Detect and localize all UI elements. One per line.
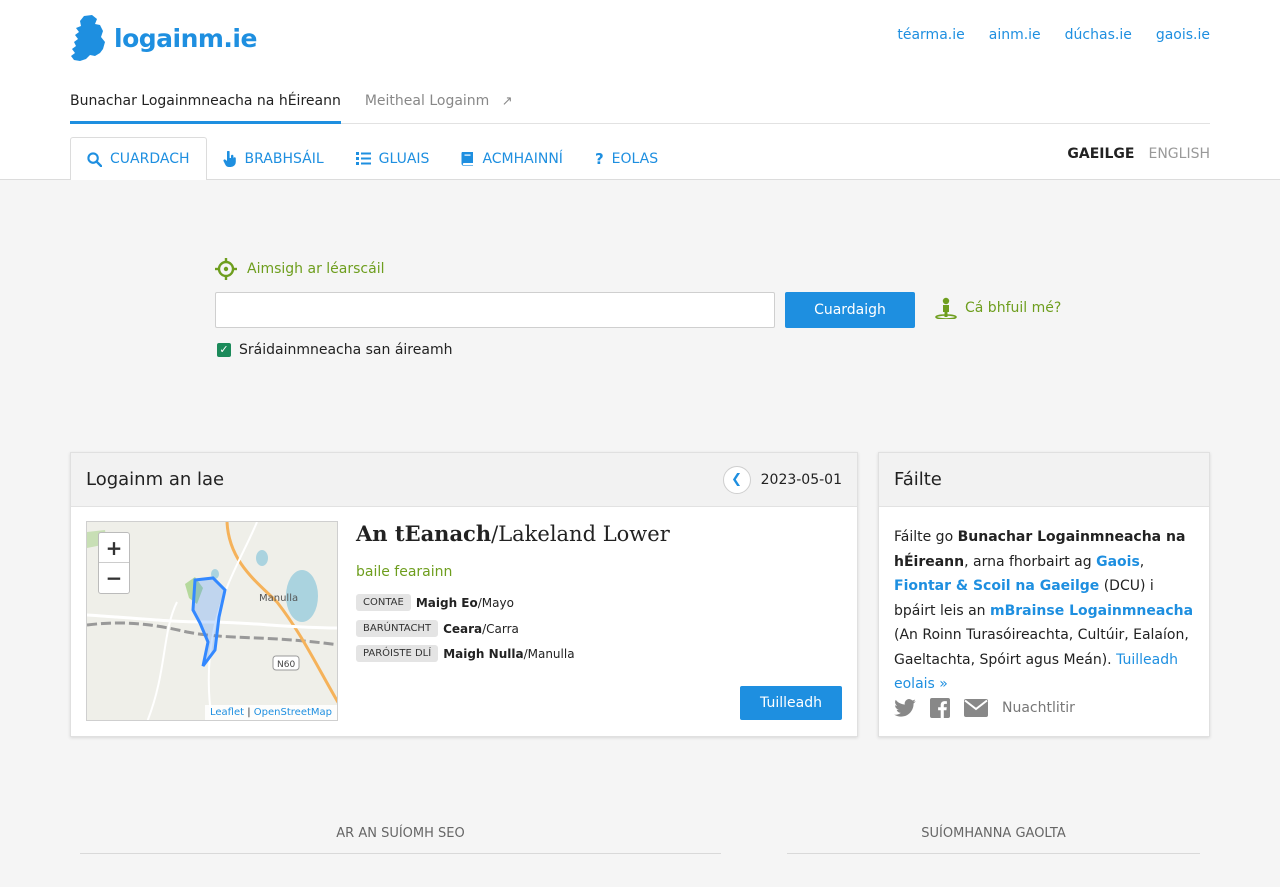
meta-barony: BARÚNTACHT Ceara/Carra <box>356 618 846 639</box>
place-name[interactable]: An tEanach/Lakeland Lower <box>356 521 846 546</box>
search-panel: Aimsigh ar léarscáil Cuardaigh Cá bhfuil… <box>215 258 1085 358</box>
link-fiontar[interactable]: Fiontar & Scoil na Gaeilge <box>894 578 1099 594</box>
welcome-card: Fáilte Fáilte go Bunachar Logainmneacha … <box>878 452 1210 737</box>
list-icon <box>355 152 371 165</box>
tab-gluais-label: GLUAIS <box>378 150 430 167</box>
meta-parish-en: /Manulla <box>523 646 575 661</box>
envelope-icon[interactable] <box>964 699 988 717</box>
tab-cuardach-label: CUARDACH <box>110 151 190 167</box>
place-details: An tEanach/Lakeland Lower baile fearainn… <box>356 521 846 664</box>
link-brainse[interactable]: mBrainse Logainmneacha <box>990 603 1193 619</box>
welcome-heading: Fáilte <box>894 469 942 490</box>
link-ainm[interactable]: ainm.ie <box>989 27 1041 43</box>
welcome-text-3: , <box>1139 553 1145 570</box>
street-names-checkbox[interactable]: ✓ <box>217 343 231 357</box>
search-icon <box>87 151 102 167</box>
subnav-meitheal[interactable]: Meitheal Logainm ↗ <box>365 88 513 124</box>
facebook-icon[interactable] <box>930 698 950 718</box>
map-road-label: N60 <box>277 660 295 670</box>
link-tearma[interactable]: téarma.ie <box>897 27 964 43</box>
meta-county: CONTAE Maigh Eo/Mayo <box>356 592 846 613</box>
link-gaois-org[interactable]: Gaois <box>1096 554 1140 570</box>
tab-acmhainni[interactable]: ACMHAINNÍ <box>445 137 579 180</box>
meta-barony-en: /Carra <box>482 621 519 636</box>
place-of-day-card: Logainm an lae ❮ 2023-05-01 Manulla N60 <box>70 452 858 737</box>
place-map[interactable]: Manulla N60 + − Leaflet | OpenStreetMap <box>86 521 338 721</box>
chevron-left-icon: ❮ <box>731 472 743 487</box>
pointer-hand-icon <box>222 150 236 167</box>
tab-brabhsail[interactable]: BRABHSÁIL <box>207 137 340 180</box>
question-icon: ? <box>594 149 604 168</box>
map-town-label: Manulla <box>259 593 298 604</box>
tab-eolas-label: EOLAS <box>611 150 659 167</box>
leaflet-link[interactable]: Leaflet <box>210 707 244 718</box>
place-type: baile fearainn <box>356 564 453 580</box>
where-am-i-label: Cá bhfuil mé? <box>965 300 1062 316</box>
main-navigation: CUARDACH BRABHSÁIL GLUAIS ACMHAINNÍ ? EO… <box>0 124 1280 181</box>
place-of-day-date: 2023-05-01 <box>760 471 842 488</box>
previous-day-button[interactable]: ❮ <box>722 465 751 494</box>
meta-barony-label: BARÚNTACHT <box>356 620 439 637</box>
meta-county-en: /Mayo <box>477 595 514 610</box>
tab-cuardach[interactable]: CUARDACH <box>70 137 207 181</box>
external-link-icon: ↗ <box>501 94 513 109</box>
language-switch: GAEILGE ENGLISH <box>1067 146 1210 162</box>
external-links: téarma.ie ainm.ie dúchas.ie gaois.ie <box>897 27 1210 43</box>
welcome-text-2: , arna fhorbairt ag <box>964 553 1097 570</box>
subnav-meitheal-label: Meitheal Logainm <box>364 93 490 109</box>
meta-parish: PARÓISTE DLÍ Maigh Nulla/Manulla <box>356 643 846 664</box>
site-logo[interactable]: logainm.ie <box>70 14 257 62</box>
footer-on-this-site: AR AN SUÍOMH SEO <box>80 826 721 854</box>
sub-navigation: Bunachar Logainmneacha na hÉireann Meith… <box>70 88 1210 124</box>
tab-gluais[interactable]: GLUAIS <box>340 137 446 180</box>
zoom-out-button[interactable]: − <box>99 563 129 593</box>
site-header: logainm.ie téarma.ie ainm.ie dúchas.ie g… <box>0 0 1280 181</box>
link-gaois[interactable]: gaois.ie <box>1156 27 1210 43</box>
lang-gaeilge[interactable]: GAEILGE <box>1067 146 1134 162</box>
place-name-en: /Lakeland Lower <box>491 522 670 546</box>
place-of-day-heading: Logainm an lae <box>86 469 225 490</box>
tab-eolas[interactable]: ? EOLAS <box>579 137 674 180</box>
street-names-option[interactable]: ✓ Sráidainmneacha san áireamh <box>217 342 452 358</box>
attribution-separator: | <box>244 707 254 718</box>
link-duchas[interactable]: dúchas.ie <box>1065 27 1132 43</box>
newsletter-link[interactable]: Nuachtlitir <box>1002 700 1075 716</box>
osm-link[interactable]: OpenStreetMap <box>254 707 332 718</box>
social-links: Nuachtlitir <box>894 698 1075 718</box>
meta-county-ga[interactable]: Maigh Eo <box>416 596 478 610</box>
person-location-icon <box>935 297 957 319</box>
zoom-in-button[interactable]: + <box>99 533 129 563</box>
street-names-label: Sráidainmneacha san áireamh <box>239 342 453 358</box>
crosshair-icon <box>215 258 237 280</box>
map-zoom-control: + − <box>98 532 130 594</box>
logo-text: logainm.ie <box>114 23 257 53</box>
place-name-ga: An tEanach <box>356 521 492 546</box>
tab-brabhsail-label: BRABHSÁIL <box>244 150 324 167</box>
book-icon <box>461 152 474 166</box>
twitter-icon[interactable] <box>894 699 916 717</box>
tab-acmhainni-label: ACMHAINNÍ <box>482 150 563 167</box>
welcome-text-1: Fáilte go <box>894 529 958 545</box>
map-search-link[interactable]: Aimsigh ar léarscáil <box>215 258 1085 280</box>
search-button[interactable]: Cuardaigh <box>785 292 915 328</box>
meta-county-label: CONTAE <box>356 594 411 611</box>
lang-english[interactable]: ENGLISH <box>1148 146 1210 162</box>
ireland-map-icon <box>71 14 105 61</box>
meta-barony-ga[interactable]: Ceara <box>443 622 482 636</box>
subnav-bunachar[interactable]: Bunachar Logainmneacha na hÉireann <box>70 88 341 124</box>
meta-parish-label: PARÓISTE DLÍ <box>356 645 439 662</box>
more-button[interactable]: Tuilleadh <box>740 686 842 720</box>
footer-related-sites: SUÍOMHANNA GAOLTA <box>787 826 1200 854</box>
map-attribution: Leaflet | OpenStreetMap <box>205 705 337 720</box>
search-input[interactable] <box>215 292 775 328</box>
where-am-i-button[interactable]: Cá bhfuil mé? <box>935 297 1061 319</box>
meta-parish-ga[interactable]: Maigh Nulla <box>443 647 523 661</box>
welcome-text: Fáilte go Bunachar Logainmneacha na hÉir… <box>879 507 1209 697</box>
map-search-label: Aimsigh ar léarscáil <box>247 261 385 277</box>
